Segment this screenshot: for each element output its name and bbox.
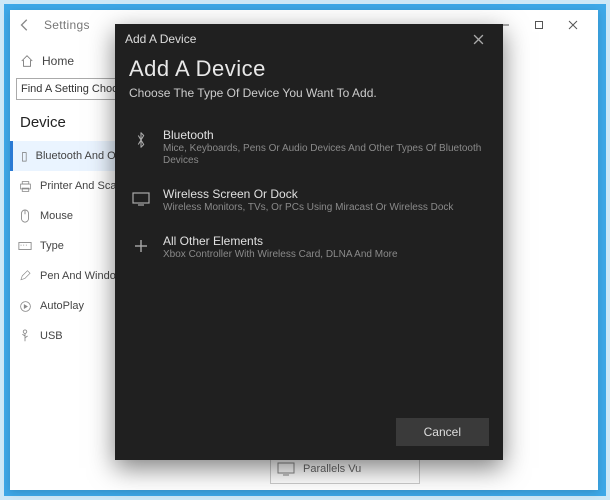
usb-icon bbox=[18, 329, 32, 343]
sidebar-item-label: Type bbox=[40, 240, 64, 252]
autoplay-icon bbox=[18, 299, 32, 313]
option-desc: Wireless Monitors, TVs, Or PCs Using Mir… bbox=[163, 202, 453, 214]
mouse-icon bbox=[18, 209, 32, 223]
bluetooth-icon: ▯ bbox=[21, 149, 28, 163]
modal-footer: Cancel bbox=[396, 418, 489, 446]
pen-icon bbox=[18, 269, 32, 283]
close-button[interactable] bbox=[556, 12, 590, 38]
cancel-button[interactable]: Cancel bbox=[396, 418, 489, 446]
plus-icon bbox=[131, 236, 151, 256]
window-controls bbox=[488, 12, 590, 38]
option-bluetooth[interactable]: Bluetooth Mice, Keyboards, Pens Or Audio… bbox=[129, 118, 489, 177]
modal-header: Add A Device bbox=[115, 24, 503, 54]
sidebar-home-label: Home bbox=[42, 54, 74, 68]
option-title: Bluetooth bbox=[163, 128, 487, 142]
monitor-icon bbox=[277, 462, 295, 476]
option-wireless-display[interactable]: Wireless Screen Or Dock Wireless Monitor… bbox=[129, 177, 489, 224]
sidebar-item-label: USB bbox=[40, 330, 63, 342]
modal-title: Add A Device bbox=[129, 56, 489, 82]
sidebar-item-label: AutoPlay bbox=[40, 300, 84, 312]
modal-header-text: Add A Device bbox=[125, 32, 196, 46]
sidebar-item-label: Mouse bbox=[40, 210, 73, 222]
printer-icon bbox=[18, 179, 32, 193]
monitor-icon bbox=[131, 189, 151, 209]
option-everything-else[interactable]: All Other Elements Xbox Controller With … bbox=[129, 224, 489, 271]
keyboard-icon bbox=[18, 239, 32, 253]
bluetooth-icon bbox=[131, 130, 151, 150]
close-icon[interactable] bbox=[473, 34, 493, 45]
option-desc: Mice, Keyboards, Pens Or Audio Devices A… bbox=[163, 143, 487, 167]
modal-body: Add A Device Choose The Type Of Device Y… bbox=[115, 54, 503, 285]
option-title: Wireless Screen Or Dock bbox=[163, 187, 453, 201]
device-tile-label: Parallels Vu bbox=[303, 463, 361, 475]
maximize-button[interactable] bbox=[522, 12, 556, 38]
add-device-modal: Add A Device Add A Device Choose The Typ… bbox=[115, 24, 503, 460]
home-icon bbox=[20, 54, 34, 68]
option-desc: Xbox Controller With Wireless Card, DLNA… bbox=[163, 249, 398, 261]
option-title: All Other Elements bbox=[163, 234, 398, 248]
back-icon[interactable] bbox=[18, 18, 32, 32]
modal-subtitle: Choose The Type Of Device You Want To Ad… bbox=[129, 86, 489, 100]
settings-title: Settings bbox=[44, 18, 90, 32]
